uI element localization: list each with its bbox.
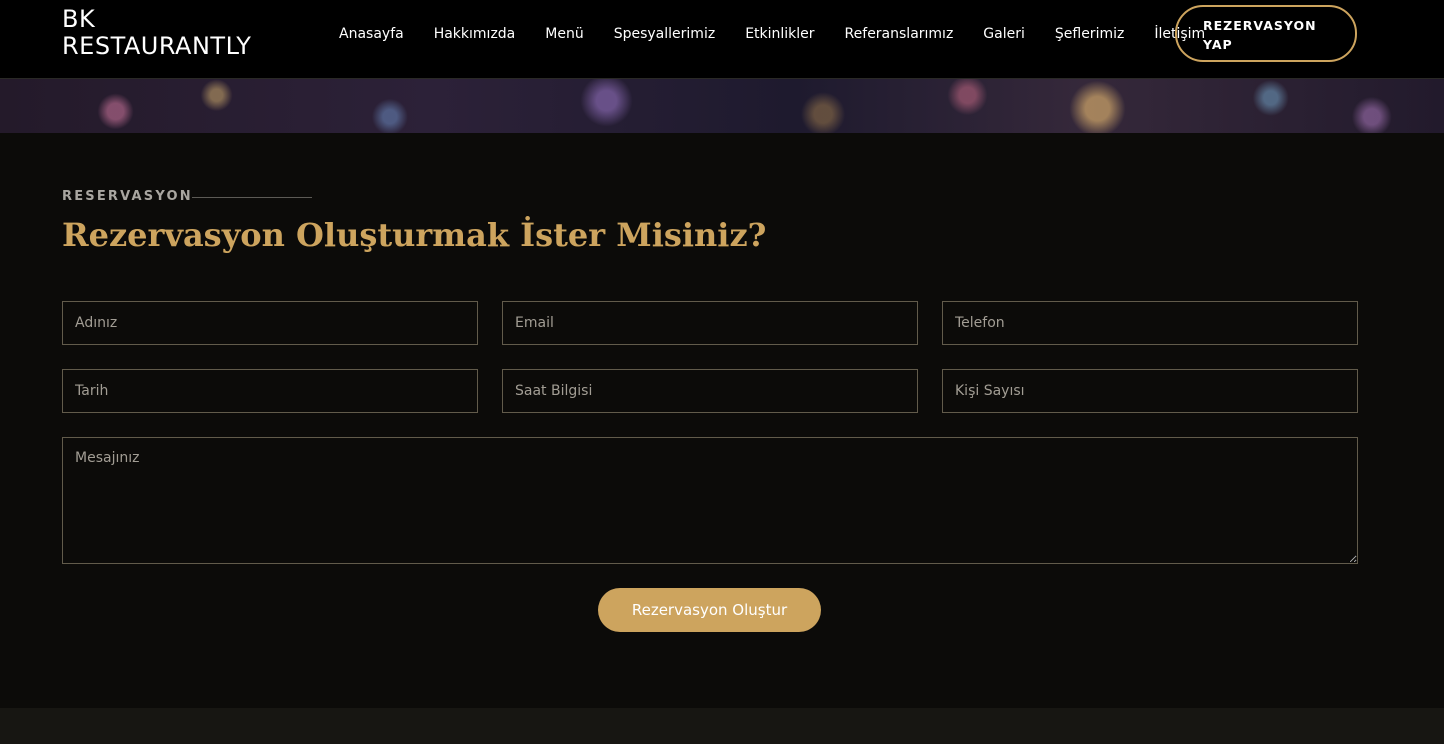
name-input[interactable] [62, 301, 478, 345]
site-header: BK RESTAURANTLY Anasayfa Hakkımızda Menü… [0, 0, 1444, 79]
time-input[interactable] [502, 369, 918, 413]
nav-item-etkinlikler[interactable]: Etkinlikler [745, 24, 814, 44]
hero-background-strip [0, 79, 1444, 133]
section-eyebrow: RESERVASYON [62, 189, 193, 204]
email-input[interactable] [502, 301, 918, 345]
nav-item-referanslarimiz[interactable]: Referanslarımız [845, 24, 954, 44]
people-count-input[interactable] [942, 369, 1358, 413]
book-button-line-1: REZERVASYON [1203, 18, 1317, 33]
date-input[interactable] [62, 369, 478, 413]
logo-line-2: RESTAURANTLY [62, 32, 252, 60]
nav-item-menu[interactable]: Menü [545, 24, 583, 44]
nav-item-anasayfa[interactable]: Anasayfa [339, 24, 404, 44]
nav-item-spesyallerimiz[interactable]: Spesyallerimiz [614, 24, 715, 44]
submit-reservation-button[interactable]: Rezervasyon Oluştur [598, 588, 821, 632]
nav-item-galeri[interactable]: Galeri [983, 24, 1025, 44]
nav-item-seflerimiz[interactable]: Şeflerimiz [1055, 24, 1124, 44]
section-title: Rezervasyon Oluşturmak İster Misiniz? [62, 216, 767, 254]
book-table-button[interactable]: REZERVASYON YAP [1175, 5, 1357, 62]
reservation-section: RESERVASYON Rezervasyon Oluşturmak İster… [0, 133, 1444, 708]
footer-strip [0, 708, 1444, 744]
logo-line-1: BK [62, 5, 96, 33]
phone-input[interactable] [942, 301, 1358, 345]
eyebrow-divider [192, 197, 312, 198]
main-nav: Anasayfa Hakkımızda Menü Spesyallerimiz … [339, 24, 1205, 44]
book-button-line-2: YAP [1203, 37, 1233, 52]
site-logo[interactable]: BK RESTAURANTLY [62, 6, 292, 60]
message-textarea[interactable] [62, 437, 1358, 564]
nav-item-hakkimizda[interactable]: Hakkımızda [434, 24, 516, 44]
